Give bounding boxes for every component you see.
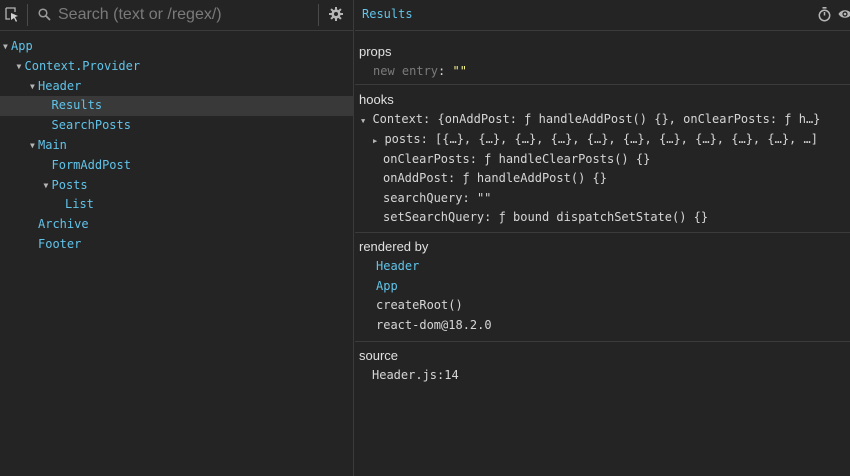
hook-key: setSearchQuery: [383, 210, 485, 224]
tree-node[interactable]: ▼ Posts: [0, 176, 354, 196]
component-tree-panel: ▼App▼Context.Provider▼HeaderResultsSearc…: [0, 0, 354, 476]
tree-node-label: Context.Provider: [24, 58, 141, 73]
details-toolbar: Results: [355, 0, 850, 31]
hook-key: onAddPost: [383, 171, 449, 185]
stopwatch-icon[interactable]: [818, 7, 831, 22]
hook-value: ƒ handleAddPost() {}: [462, 171, 607, 185]
tree-node-label: Header: [38, 78, 82, 93]
hook-onclearposts-row[interactable]: onClearPosts: ƒ handleClearPosts() {}: [383, 152, 650, 166]
tree-node[interactable]: ▼ App: [0, 37, 354, 57]
hooks-section: hooks ▼ Context: {onAddPost: ƒ handleAdd…: [355, 86, 850, 233]
tree-node[interactable]: SearchPosts: [0, 116, 354, 136]
props-section: props new entry: "": [355, 37, 850, 85]
source-section: source Header.js:14: [355, 343, 850, 403]
new-entry-row[interactable]: new entry: "": [373, 64, 467, 78]
hook-setsearchquery-row[interactable]: setSearchQuery: ƒ bound dispatchSetState…: [383, 210, 708, 224]
tree-node[interactable]: List: [0, 195, 354, 215]
hook-key: searchQuery: [383, 191, 463, 205]
rendered-by-title: rendered by: [359, 239, 429, 254]
expand-arrow-icon[interactable]: ▼: [3, 37, 11, 57]
component-tree: ▼ App ▼ Context.Provider ▼ Header Results Searc…: [0, 37, 354, 255]
tree-node-label: SearchPosts: [51, 118, 131, 133]
hook-value: ƒ handleClearPosts() {}: [484, 152, 651, 166]
rendered-by-header-link[interactable]: Header: [376, 259, 419, 273]
hook-key: posts: [384, 132, 421, 146]
element-details-panel: Results props new entry: "" hooks ▼ Cont…: [355, 0, 850, 476]
hook-key: Context: [372, 112, 424, 126]
expand-arrow-icon[interactable]: ▼: [30, 136, 38, 156]
new-entry-value[interactable]: "": [452, 64, 466, 78]
expand-arrow-icon[interactable]: ▼: [30, 77, 38, 97]
toolbar-divider: [27, 4, 28, 26]
tree-node[interactable]: Results: [0, 96, 354, 117]
gear-icon[interactable]: [329, 7, 343, 21]
search-input[interactable]: [58, 4, 308, 26]
tree-node-label: Archive: [38, 217, 89, 232]
rendered-by-section: rendered by Header App createRoot() reac…: [355, 234, 850, 342]
hooks-title: hooks: [359, 92, 394, 107]
tree-node-label: Posts: [51, 177, 88, 192]
rendered-by-react-dom: react-dom@18.2.0: [376, 318, 492, 332]
tree-node-label: Footer: [38, 236, 82, 251]
new-entry-key: new entry: [373, 64, 439, 78]
tree-node[interactable]: Footer: [0, 235, 354, 255]
expand-arrow-icon[interactable]: ▼: [44, 176, 52, 196]
tree-node[interactable]: Archive: [0, 215, 354, 235]
tree-node[interactable]: ▼ Context.Provider: [0, 57, 354, 77]
tree-node[interactable]: FormAddPost: [0, 156, 354, 176]
search-icon: [38, 8, 51, 21]
props-title: props: [359, 44, 392, 59]
expand-arrow-icon[interactable]: ▼: [17, 57, 25, 77]
hook-value: ƒ bound dispatchSetState() {}: [498, 210, 709, 224]
tree-node-label: Main: [38, 137, 67, 152]
tree-toolbar: [0, 0, 353, 31]
hook-searchquery-row[interactable]: searchQuery: "": [383, 191, 491, 205]
rendered-by-createroot: createRoot(): [376, 298, 463, 312]
tree-node-label: List: [65, 197, 94, 212]
source-title: source: [359, 348, 399, 363]
select-element-icon[interactable]: [5, 7, 19, 23]
hook-onaddpost-row[interactable]: onAddPost: ƒ handleAddPost() {}: [383, 171, 607, 185]
tree-node-label: Results: [51, 98, 103, 113]
hook-value: "": [476, 191, 492, 205]
source-file-link[interactable]: Header.js:14: [372, 368, 459, 382]
toolbar-divider: [318, 4, 319, 26]
tree-node[interactable]: ▼ Main: [0, 136, 354, 156]
expanded-triangle-icon[interactable]: ▼: [361, 117, 365, 125]
tree-node[interactable]: ▼ Header: [0, 77, 354, 97]
eye-icon[interactable]: [838, 8, 850, 20]
selected-component-name: Results: [362, 7, 413, 21]
tree-node-label: App: [11, 39, 33, 53]
hook-key: onClearPosts: [383, 152, 470, 166]
hook-posts-row[interactable]: ▶ posts: [{…}, {…}, {…}, {…}, {…}, {…}, …: [373, 132, 818, 146]
rendered-by-app-link[interactable]: App: [376, 279, 398, 293]
collapsed-triangle-icon[interactable]: ▶: [373, 137, 377, 145]
tree-node-label: FormAddPost: [51, 157, 131, 172]
hook-context-row[interactable]: ▼ Context: {onAddPost: ƒ handleAddPost()…: [361, 112, 820, 126]
hook-value: [{…}, {…}, {…}, {…}, {…}, {…}, {…}, {…},…: [435, 132, 818, 146]
hook-value: {onAddPost: ƒ handleAddPost() {}, onClea…: [437, 112, 821, 126]
